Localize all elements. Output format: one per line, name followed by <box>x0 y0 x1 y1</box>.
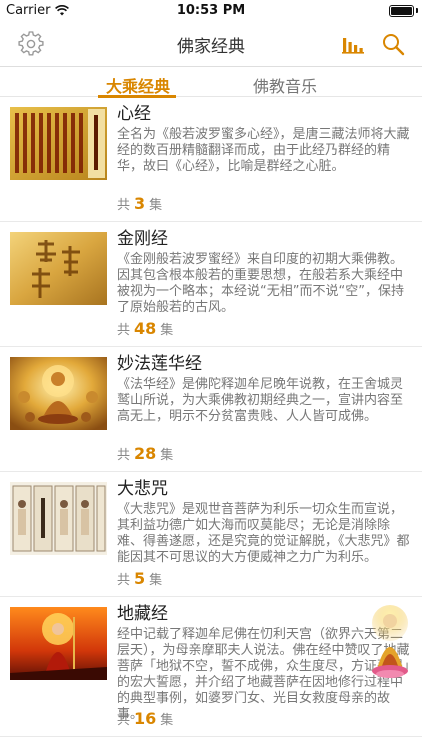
item-content: 妙法莲华经 《法华经》是佛陀释迦牟尼晚年说教，在王舍城灵鹫山所说，为大乘佛教初期… <box>117 352 411 425</box>
list-item[interactable]: 地藏经 经中记载了释迦牟尼佛在忉利天宫（欲界六天第二层天），为母亲摩耶夫人说法。… <box>0 597 422 737</box>
episode-count: 共 28 集 <box>117 444 173 463</box>
ksitigarbha-sutra-thumbnail <box>10 607 107 680</box>
count-suffix: 集 <box>160 323 174 338</box>
great-compassion-mantra-thumbnail <box>10 482 107 555</box>
item-content: 金刚经 《金刚般若波罗蜜经》来自印度的初期大乘佛教。因其包含根本般若的重要思想，… <box>117 227 411 316</box>
item-title: 大悲咒 <box>117 479 168 499</box>
count-number: 48 <box>134 319 157 338</box>
floating-buddha-button[interactable] <box>367 603 413 679</box>
clock: 10:53 PM <box>176 3 246 18</box>
episode-count: 共 3 集 <box>117 194 162 213</box>
item-description: 《金刚般若波罗蜜经》来自印度的初期大乘佛教。因其包含根本般若的重要思想，在般若系… <box>117 252 404 315</box>
heart-sutra-thumbnail <box>10 107 107 180</box>
status-bar: Carrier 10:53 PM <box>0 0 422 22</box>
tab-mahayana-sutras[interactable]: 大乘经典 <box>83 73 193 97</box>
count-prefix: 共 <box>117 448 131 463</box>
count-prefix: 共 <box>117 323 131 338</box>
count-prefix: 共 <box>117 573 131 588</box>
count-number: 3 <box>134 194 146 213</box>
episode-count: 共 16 集 <box>117 709 173 728</box>
count-suffix: 集 <box>149 198 163 213</box>
battery-icon <box>389 5 414 17</box>
item-content: 心经 全名为《般若波罗蜜多心经》，是唐三藏法师将大藏经的数百册精髓翻译而成，由于… <box>117 102 411 175</box>
diamond-sutra-thumbnail <box>10 232 107 305</box>
list-item[interactable]: 金刚经 《金刚般若波罗蜜经》来自印度的初期大乘佛教。因其包含根本般若的重要思想，… <box>0 222 422 347</box>
item-title: 妙法莲华经 <box>117 354 202 374</box>
count-number: 5 <box>134 569 146 588</box>
list-item[interactable]: 大悲咒 《大悲咒》是观世音菩萨为利乐一切众生而宣说，其利益功德广如大海而叹莫能尽… <box>0 472 422 597</box>
count-prefix: 共 <box>117 198 131 213</box>
count-suffix: 集 <box>160 713 174 728</box>
item-description: 《法华经》是佛陀释迦牟尼晚年说教，在王舍城灵鹫山所说，为大乘佛教初期经典之一，宣… <box>117 377 404 424</box>
count-suffix: 集 <box>149 573 163 588</box>
battery-tip <box>416 8 418 13</box>
sutra-list: 心经 全名为《般若波罗蜜多心经》，是唐三藏法师将大藏经的数百册精髓翻译而成，由于… <box>0 97 422 737</box>
battery-fill <box>391 7 412 15</box>
item-description: 全名为《般若波罗蜜多心经》，是唐三藏法师将大藏经的数百册精髓翻译而成，由于此经乃… <box>117 127 410 174</box>
item-title: 心经 <box>117 104 151 124</box>
item-content: 大悲咒 《大悲咒》是观世音菩萨为利乐一切众生而宣说，其利益功德广如大海而叹莫能尽… <box>117 477 411 566</box>
list-item[interactable]: 妙法莲华经 《法华经》是佛陀释迦牟尼晚年说教，在王舍城灵鹫山所说，为大乘佛教初期… <box>0 347 422 472</box>
count-prefix: 共 <box>117 713 131 728</box>
item-title: 金刚经 <box>117 229 168 249</box>
lotus-sutra-thumbnail <box>10 357 107 430</box>
episode-count: 共 48 集 <box>117 319 173 338</box>
tab-bar: 大乘经典 佛教音乐 <box>0 66 422 98</box>
nav-bar: 佛家经典 <box>0 22 422 66</box>
count-number: 28 <box>134 444 157 463</box>
count-number: 16 <box>134 709 157 728</box>
episode-count: 共 5 集 <box>117 569 162 588</box>
count-suffix: 集 <box>160 448 174 463</box>
tab-buddhist-music[interactable]: 佛教音乐 <box>230 73 340 97</box>
item-description: 《大悲咒》是观世音菩萨为利乐一切众生而宣说，其利益功德广如大海而叹莫能尽；无论是… <box>117 502 410 565</box>
bar-chart-icon[interactable] <box>340 31 366 57</box>
search-icon[interactable] <box>380 31 406 57</box>
list-item[interactable]: 心经 全名为《般若波罗蜜多心经》，是唐三藏法师将大藏经的数百册精髓翻译而成，由于… <box>0 97 422 222</box>
